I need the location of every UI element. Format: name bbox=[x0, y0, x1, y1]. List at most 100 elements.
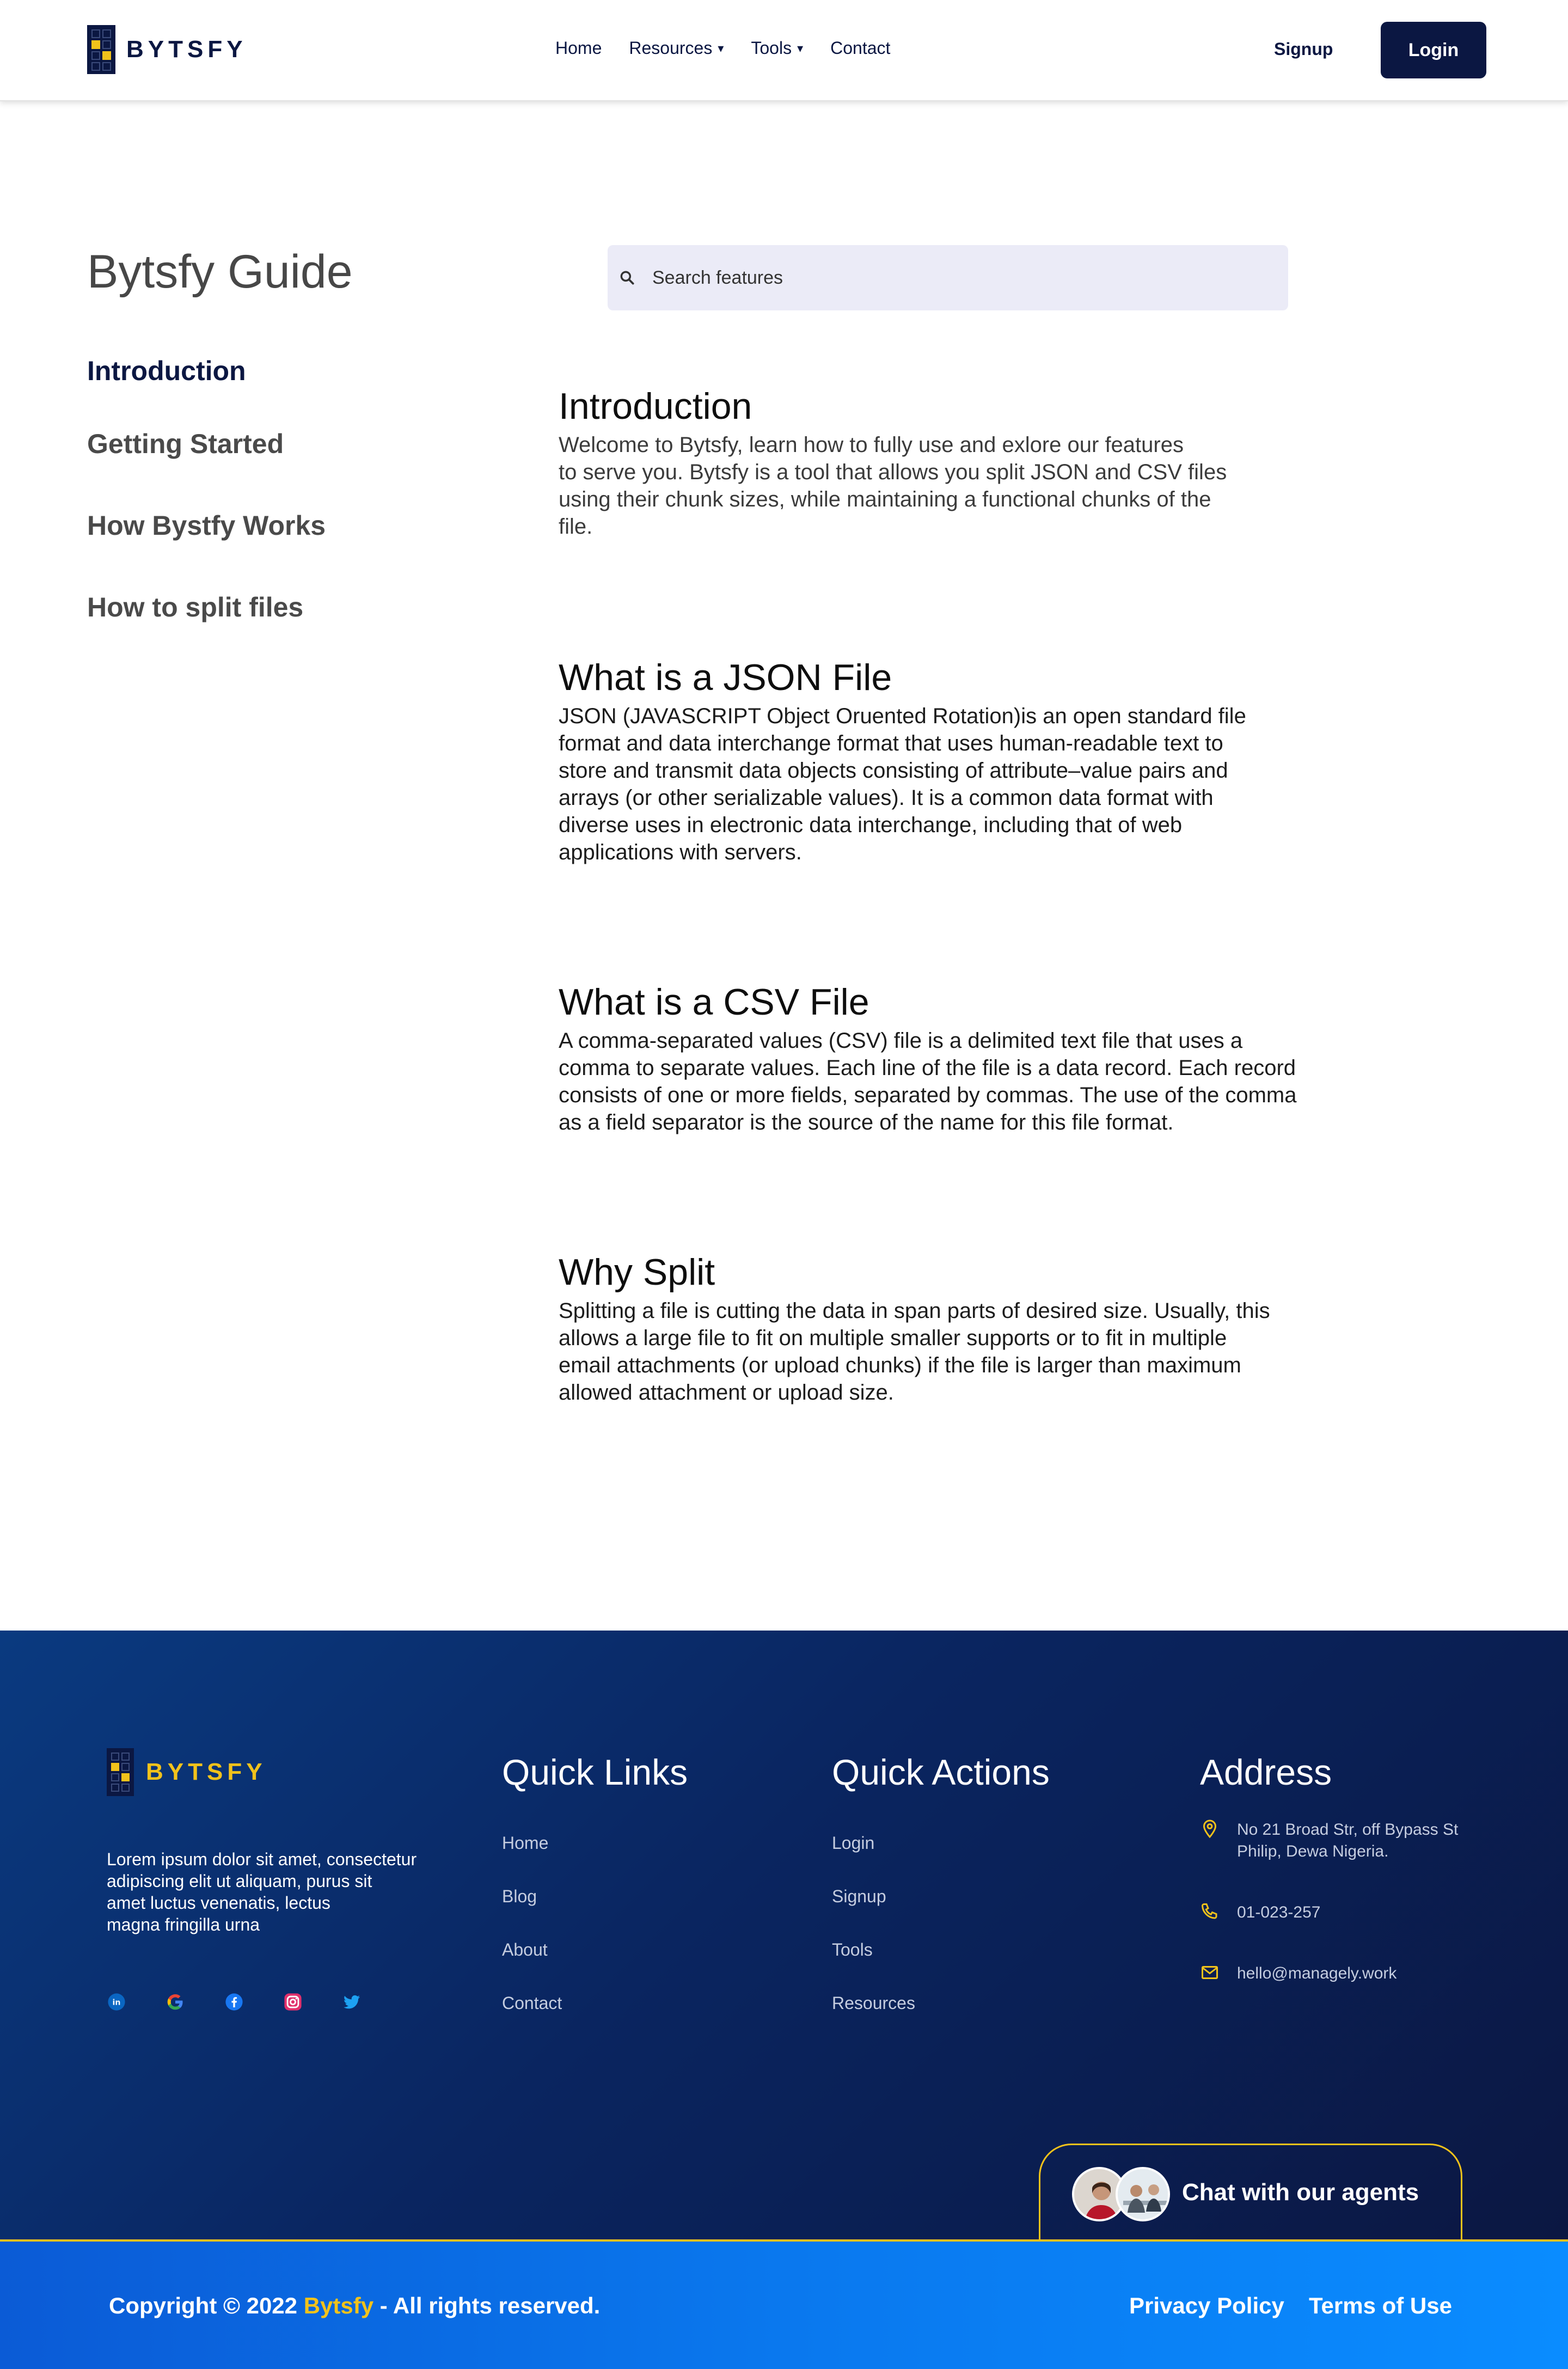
instagram-icon[interactable] bbox=[283, 1992, 303, 2012]
chevron-down-icon: ▾ bbox=[718, 41, 724, 55]
section-title: Introduction bbox=[559, 386, 752, 427]
address-line: No 21 Broad Str, off Bypass St bbox=[1237, 1821, 1459, 1839]
address-line: Philip, Dewa Nigeria. bbox=[1237, 1842, 1389, 1860]
bottom-bar: Copyright © 2022 Bytsfy - All rights res… bbox=[0, 2242, 1568, 2369]
sidebar-item-getting-started[interactable]: Getting Started bbox=[87, 428, 284, 460]
footer-logo[interactable]: BYTSFY bbox=[107, 1748, 267, 1796]
login-button[interactable]: Login bbox=[1381, 22, 1486, 78]
footer-logo-text: BYTSFY bbox=[146, 1759, 267, 1785]
sidebar-item-how-bytsfy-works[interactable]: How Bystfy Works bbox=[87, 510, 326, 541]
section-line: applications with servers. bbox=[559, 840, 802, 864]
logo-text: BYTSFY bbox=[126, 36, 247, 63]
footer-link-contact[interactable]: Contact bbox=[502, 1993, 562, 2013]
address-street-text: No 21 Broad Str, off Bypass St Philip, D… bbox=[1237, 1819, 1458, 1863]
section-line: store and transmit data objects consisti… bbox=[559, 759, 1228, 783]
linkedin-icon[interactable]: in bbox=[107, 1992, 126, 2012]
section-line: Splitting a file is cutting the data in … bbox=[559, 1299, 1270, 1323]
section-body: A comma-separated values (CSV) file is a… bbox=[559, 1027, 1343, 1136]
section-line: format and data interchange format that … bbox=[559, 731, 1223, 755]
section-title: What is a CSV File bbox=[559, 981, 869, 1023]
nav-home-label: Home bbox=[555, 38, 602, 58]
section-title: What is a JSON File bbox=[559, 657, 892, 698]
main-nav: Home Resources ▾ Tools ▾ Contact bbox=[555, 38, 917, 58]
section-line: consists of one or more fields, separate… bbox=[559, 1083, 1297, 1107]
nav-tools-label: Tools bbox=[751, 38, 792, 58]
quick-links-heading: Quick Links bbox=[502, 1752, 688, 1792]
nav-home[interactable]: Home bbox=[555, 38, 602, 58]
nav-contact-label: Contact bbox=[830, 38, 891, 58]
mail-icon bbox=[1202, 1966, 1218, 1979]
section-line: allows a large file to fit on multiple s… bbox=[559, 1326, 1227, 1350]
footer-description: Lorem ipsum dolor sit amet, consectetur … bbox=[107, 1848, 444, 1936]
chevron-down-icon: ▾ bbox=[797, 41, 804, 55]
section-line: file. bbox=[559, 515, 593, 539]
section-body: Welcome to Bytsfy, learn how to fully us… bbox=[559, 431, 1343, 540]
section-line: to serve you. Bytsfy is a tool that allo… bbox=[559, 460, 1227, 484]
section-line: JSON (JAVASCRIPT Object Oruented Rotatio… bbox=[559, 704, 1246, 728]
guide-title: Bytsfy Guide bbox=[87, 246, 353, 298]
nav-resources[interactable]: Resources ▾ bbox=[629, 38, 724, 58]
section-line: as a field separator is the source of th… bbox=[559, 1110, 1174, 1134]
agent-avatar bbox=[1116, 2167, 1170, 2221]
copyright-text: Copyright © 2022 Bytsfy - All rights res… bbox=[109, 2293, 600, 2319]
section-json-file: What is a JSON File JSON (JAVASCRIPT Obj… bbox=[559, 656, 1343, 866]
copyright-brand: Bytsfy bbox=[303, 2293, 374, 2318]
bytsfy-logo[interactable]: BYTSFY bbox=[87, 25, 247, 74]
phone-icon bbox=[1201, 1903, 1217, 1919]
footer-description-line: magna fringilla urna bbox=[107, 1915, 260, 1934]
section-line: email attachments (or upload chunks) if … bbox=[559, 1353, 1241, 1377]
address-street: No 21 Broad Str, off Bypass St Philip, D… bbox=[1200, 1819, 1458, 1863]
sidebar-item-how-to-split-files[interactable]: How to split files bbox=[87, 591, 303, 623]
section-line: diverse uses in electronic data intercha… bbox=[559, 813, 1183, 837]
section-line: arrays (or other serializable values). I… bbox=[559, 786, 1214, 810]
section-body: Splitting a file is cutting the data in … bbox=[559, 1297, 1343, 1406]
logo-mark-icon bbox=[87, 25, 115, 74]
section-title: Why Split bbox=[559, 1251, 715, 1293]
footer-action-login[interactable]: Login bbox=[832, 1833, 874, 1853]
top-navbar: BYTSFY Home Resources ▾ Tools ▾ Contact Si… bbox=[0, 0, 1568, 101]
facebook-icon[interactable] bbox=[224, 1992, 244, 2012]
section-line: A comma-separated values (CSV) file is a… bbox=[559, 1029, 1243, 1053]
chat-label: Chat with our agents bbox=[1182, 2179, 1419, 2206]
social-links: in bbox=[107, 1992, 401, 2012]
svg-text:in: in bbox=[113, 1999, 121, 2007]
footer-description-line: amet luctus venenatis, lectus bbox=[107, 1893, 330, 1913]
signup-link[interactable]: Signup bbox=[1274, 39, 1333, 59]
search-bar bbox=[608, 245, 1288, 310]
nav-contact[interactable]: Contact bbox=[830, 38, 890, 58]
section-line: comma to separate values. Each line of t… bbox=[559, 1056, 1296, 1080]
location-pin-icon bbox=[1203, 1820, 1217, 1839]
footer-link-about[interactable]: About bbox=[502, 1940, 548, 1960]
address-email-text[interactable]: hello@managely.work bbox=[1237, 1963, 1396, 1985]
section-line: using their chunk sizes, while maintaini… bbox=[559, 487, 1211, 511]
google-icon[interactable] bbox=[166, 1992, 185, 2012]
nav-tools[interactable]: Tools ▾ bbox=[751, 38, 803, 58]
search-input[interactable] bbox=[651, 245, 1277, 310]
quick-actions-heading: Quick Actions bbox=[832, 1752, 1050, 1792]
section-line: Welcome to Bytsfy, learn how to fully us… bbox=[559, 433, 1184, 457]
section-body: JSON (JAVASCRIPT Object Oruented Rotatio… bbox=[559, 703, 1343, 866]
copyright-prefix: Copyright © 2022 bbox=[109, 2293, 304, 2318]
footer-action-tools[interactable]: Tools bbox=[832, 1940, 873, 1960]
address-phone-text[interactable]: 01-023-257 bbox=[1237, 1902, 1320, 1924]
copyright-suffix: - All rights reserved. bbox=[373, 2293, 601, 2318]
section-introduction: Introduction Welcome to Bytsfy, learn ho… bbox=[559, 384, 1343, 540]
address-phone: 01-023-257 bbox=[1200, 1902, 1320, 1924]
section-line: allowed attachment or upload size. bbox=[559, 1381, 894, 1405]
footer-link-blog[interactable]: Blog bbox=[502, 1886, 537, 1907]
footer-action-signup[interactable]: Signup bbox=[832, 1886, 886, 1907]
privacy-policy-link[interactable]: Privacy Policy bbox=[1129, 2293, 1284, 2319]
section-why-split: Why Split Splitting a file is cutting th… bbox=[559, 1250, 1343, 1406]
chat-with-agents-button[interactable]: Chat with our agents bbox=[1039, 2144, 1462, 2242]
twitter-icon[interactable] bbox=[342, 1992, 362, 2012]
terms-of-use-link[interactable]: Terms of Use bbox=[1309, 2293, 1452, 2319]
footer-action-resources[interactable]: Resources bbox=[832, 1993, 915, 2013]
sidebar-item-introduction[interactable]: Introduction bbox=[87, 355, 246, 387]
nav-resources-label: Resources bbox=[629, 38, 713, 58]
address-email: hello@managely.work bbox=[1200, 1963, 1396, 1985]
logo-mark-icon bbox=[107, 1748, 134, 1796]
footer-description-line: adipiscing elit ut aliquam, purus sit bbox=[107, 1871, 372, 1891]
footer-link-home[interactable]: Home bbox=[502, 1833, 548, 1853]
search-icon bbox=[620, 271, 634, 285]
section-csv-file: What is a CSV File A comma-separated val… bbox=[559, 980, 1343, 1136]
